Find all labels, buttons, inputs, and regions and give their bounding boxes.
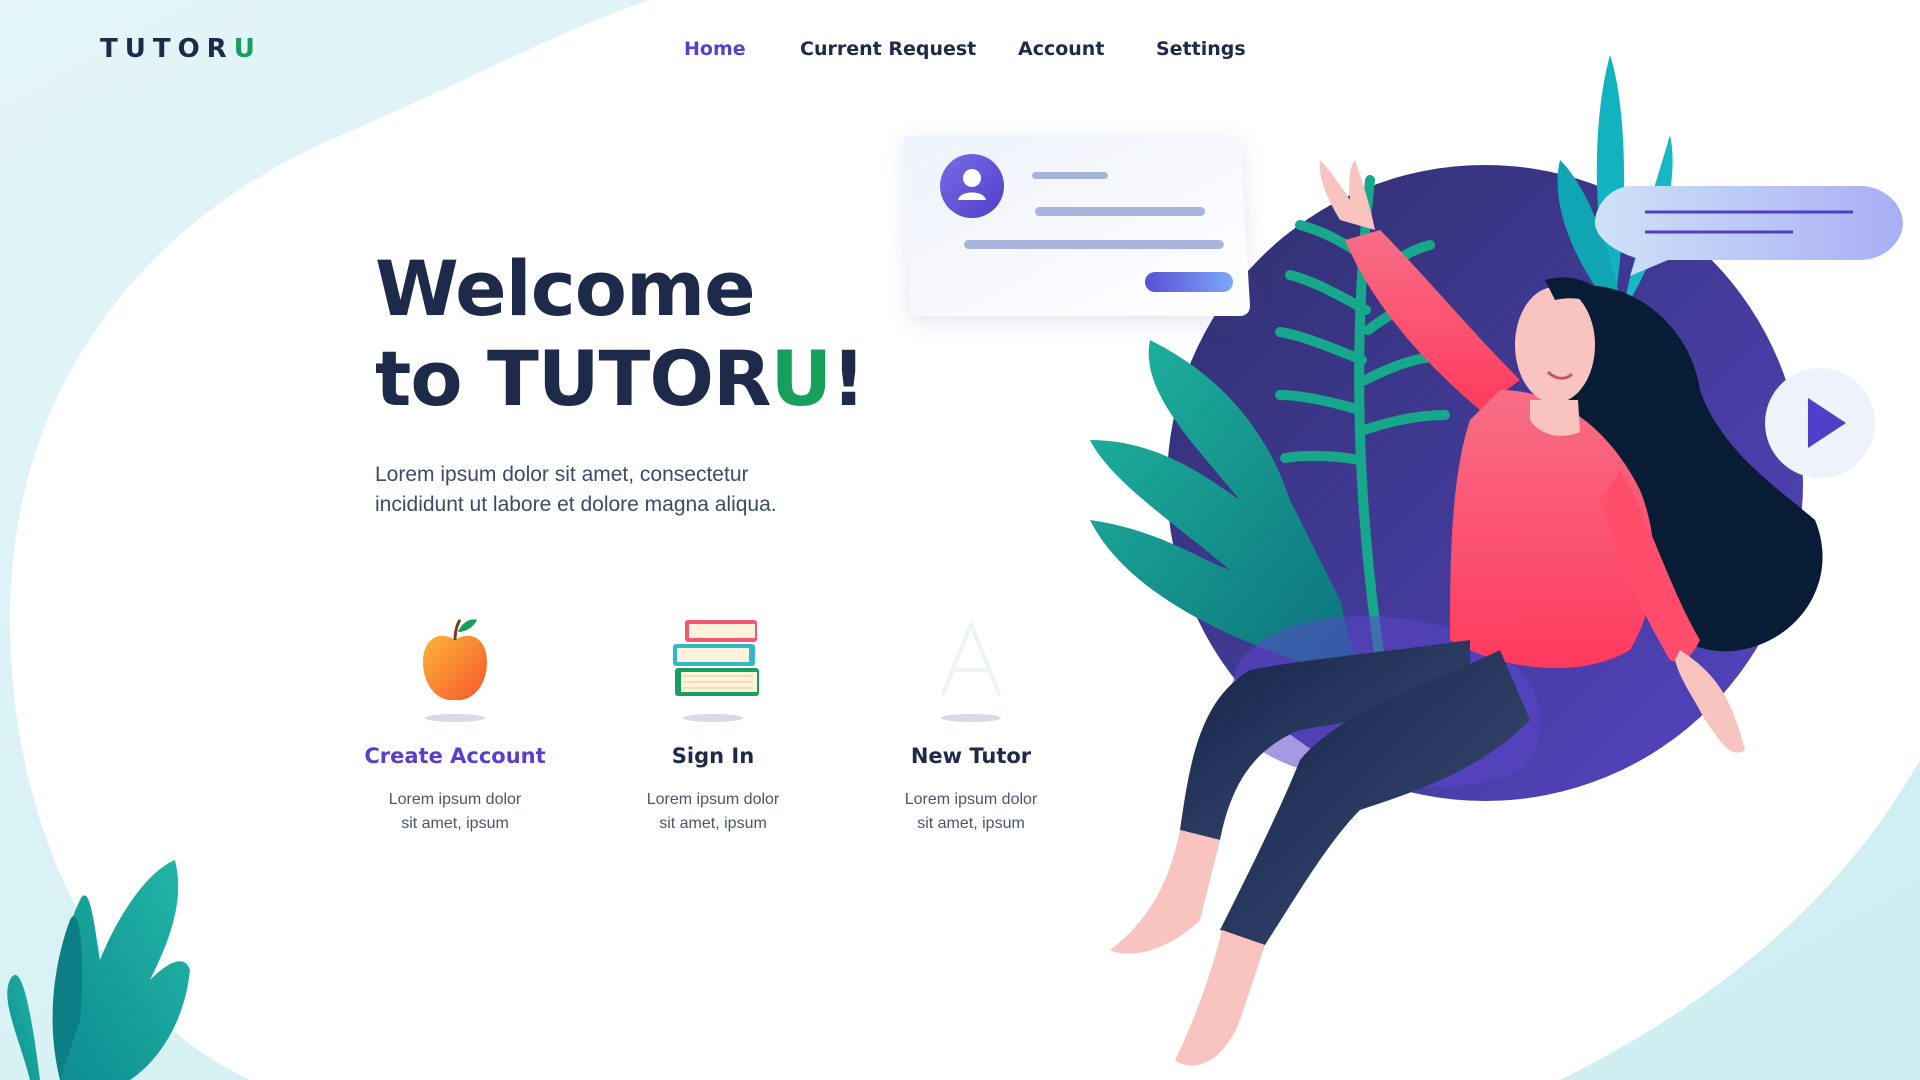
leg <box>1110 830 1220 954</box>
hero-illustration <box>904 55 1903 1066</box>
card-button <box>1145 272 1233 292</box>
profile-card <box>904 136 1250 316</box>
leg <box>1175 930 1265 1066</box>
play-icon <box>1765 368 1875 478</box>
chat-bubble <box>1595 186 1903 276</box>
face <box>1515 287 1595 403</box>
